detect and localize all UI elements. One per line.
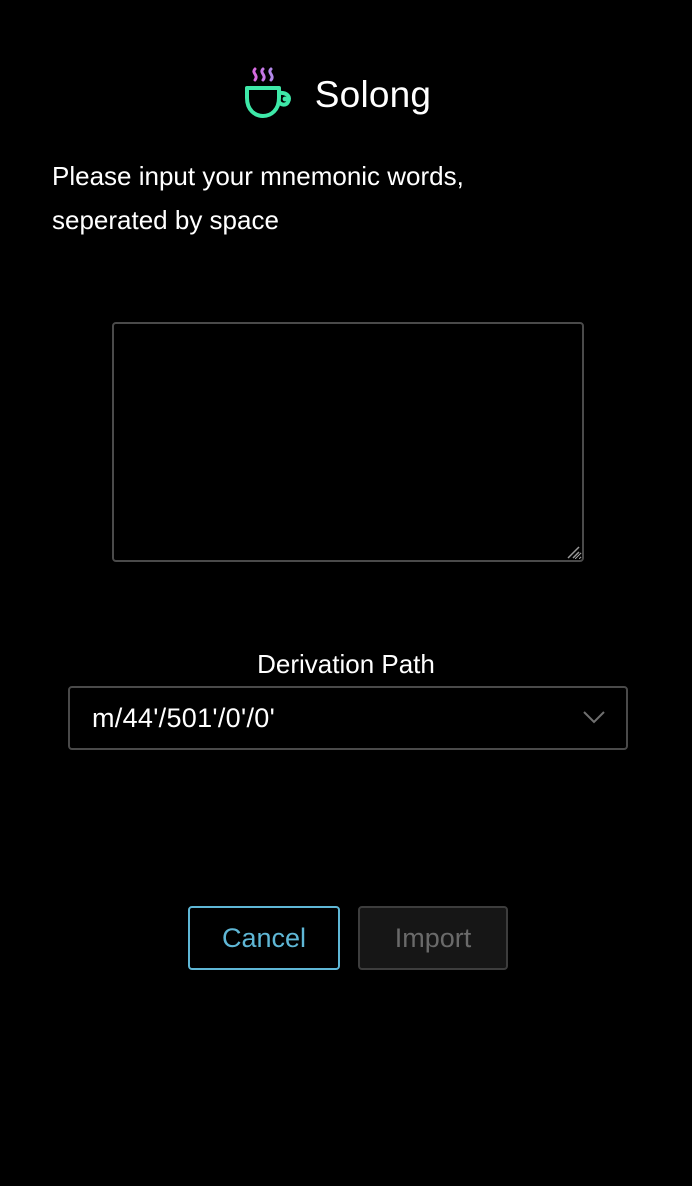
steaming-cup-icon bbox=[244, 67, 291, 118]
cancel-button[interactable]: Cancel bbox=[188, 906, 340, 970]
instruction-text: Please input your mnemonic words, sepera… bbox=[52, 154, 572, 242]
derivation-path-label: Derivation Path bbox=[257, 649, 435, 679]
instruction-line-2: seperated by space bbox=[52, 205, 279, 235]
app-title: Solong bbox=[314, 73, 432, 115]
derivation-path-value: m/44'/501'/0'/0' bbox=[92, 702, 276, 733]
instruction-line-1: Please input your mnemonic words, bbox=[52, 161, 464, 191]
chevron-down-icon bbox=[583, 711, 605, 724]
mnemonic-textarea[interactable] bbox=[112, 322, 584, 562]
app-header: Solong bbox=[0, 62, 692, 126]
derivation-path-select[interactable]: m/44'/501'/0'/0' bbox=[68, 686, 628, 750]
import-button[interactable]: Import bbox=[358, 906, 508, 970]
